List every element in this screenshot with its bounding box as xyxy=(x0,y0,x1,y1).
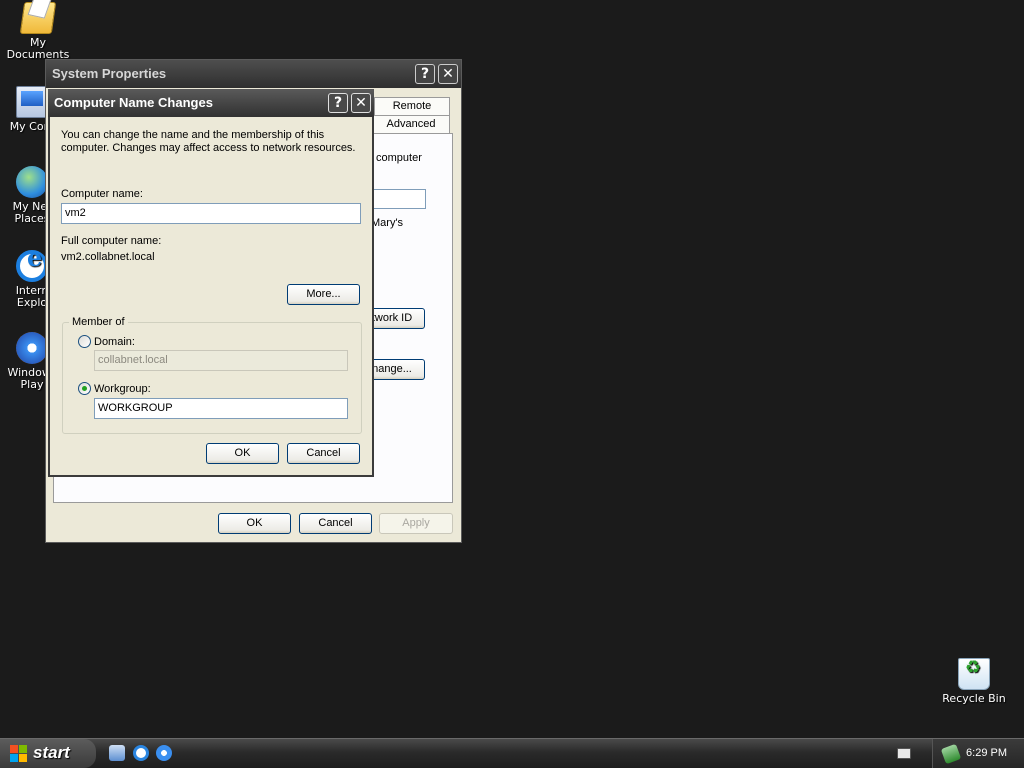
internet-explorer-icon xyxy=(16,250,48,282)
desktop-icon-my-documents[interactable]: My Documents xyxy=(0,2,76,61)
computer-name-input[interactable]: vm2 xyxy=(61,203,361,224)
close-button[interactable]: ✕ xyxy=(351,93,371,113)
system-tray: 6:29 PM xyxy=(932,739,1024,768)
partial-description-field[interactable] xyxy=(369,189,426,209)
tab-advanced[interactable]: Advanced xyxy=(372,115,450,133)
desktop-icon-label: My Documents xyxy=(6,36,70,61)
window-title: System Properties xyxy=(52,66,167,81)
more-button[interactable]: More... xyxy=(287,284,360,305)
cancel-button[interactable]: Cancel xyxy=(287,443,360,464)
member-of-group: Member of Domain: collabnet.local Workgr… xyxy=(62,316,362,434)
domain-radio[interactable] xyxy=(78,335,91,348)
desktop-icon-label: Recycle Bin xyxy=(942,692,1006,705)
apply-button[interactable]: Apply xyxy=(379,513,453,534)
desktop-icon-recycle-bin[interactable]: Recycle Bin xyxy=(936,658,1012,705)
full-computer-name-label: Full computer name: xyxy=(61,235,162,247)
cancel-button[interactable]: Cancel xyxy=(299,513,372,534)
workgroup-label: Workgroup: xyxy=(94,383,151,395)
help-button[interactable]: ? xyxy=(328,93,348,113)
domain-label: Domain: xyxy=(94,336,135,348)
network-tray-icon[interactable] xyxy=(940,743,962,765)
keyboard-icon[interactable] xyxy=(897,748,911,759)
ok-button[interactable]: OK xyxy=(218,513,291,534)
ok-button[interactable]: OK xyxy=(206,443,279,464)
tab-remote[interactable]: Remote xyxy=(374,97,450,115)
full-computer-name-value: vm2.collabnet.local xyxy=(61,251,155,263)
media-player-icon[interactable] xyxy=(156,745,172,761)
close-button[interactable]: ✕ xyxy=(438,64,458,84)
my-documents-icon xyxy=(19,2,57,34)
intro-text-line-2: computer. Changes may affect access to n… xyxy=(61,142,356,154)
member-of-label: Member of xyxy=(69,316,128,328)
workgroup-input[interactable]: WORKGROUP xyxy=(94,398,348,419)
help-button[interactable]: ? xyxy=(415,64,435,84)
computer-name-changes-dialog: Computer Name Changes ? ✕ You can change… xyxy=(48,89,374,477)
windows-logo-icon xyxy=(10,745,27,762)
show-desktop-icon[interactable] xyxy=(109,745,125,761)
taskbar: start 6:29 PM xyxy=(0,738,1024,768)
workgroup-radio[interactable] xyxy=(78,382,91,395)
recycle-bin-icon xyxy=(958,658,990,690)
clock[interactable]: 6:29 PM xyxy=(966,747,1007,759)
partial-description-text: computer xyxy=(376,152,422,164)
intro-text-line-1: You can change the name and the membersh… xyxy=(61,129,325,141)
partial-owner-text: Mary's xyxy=(371,217,404,229)
internet-explorer-icon[interactable] xyxy=(133,745,149,761)
dialog-title: Computer Name Changes xyxy=(54,95,213,110)
computer-name-label: Computer name: xyxy=(61,188,143,200)
media-player-icon xyxy=(16,332,48,364)
my-computer-icon xyxy=(16,86,48,118)
network-places-icon xyxy=(16,166,48,198)
start-button[interactable]: start xyxy=(0,739,96,768)
dialog-titlebar[interactable]: Computer Name Changes ? ✕ xyxy=(48,89,374,117)
system-properties-titlebar[interactable]: System Properties ? ✕ xyxy=(46,60,461,88)
domain-input[interactable]: collabnet.local xyxy=(94,350,348,371)
start-label: start xyxy=(33,743,70,762)
